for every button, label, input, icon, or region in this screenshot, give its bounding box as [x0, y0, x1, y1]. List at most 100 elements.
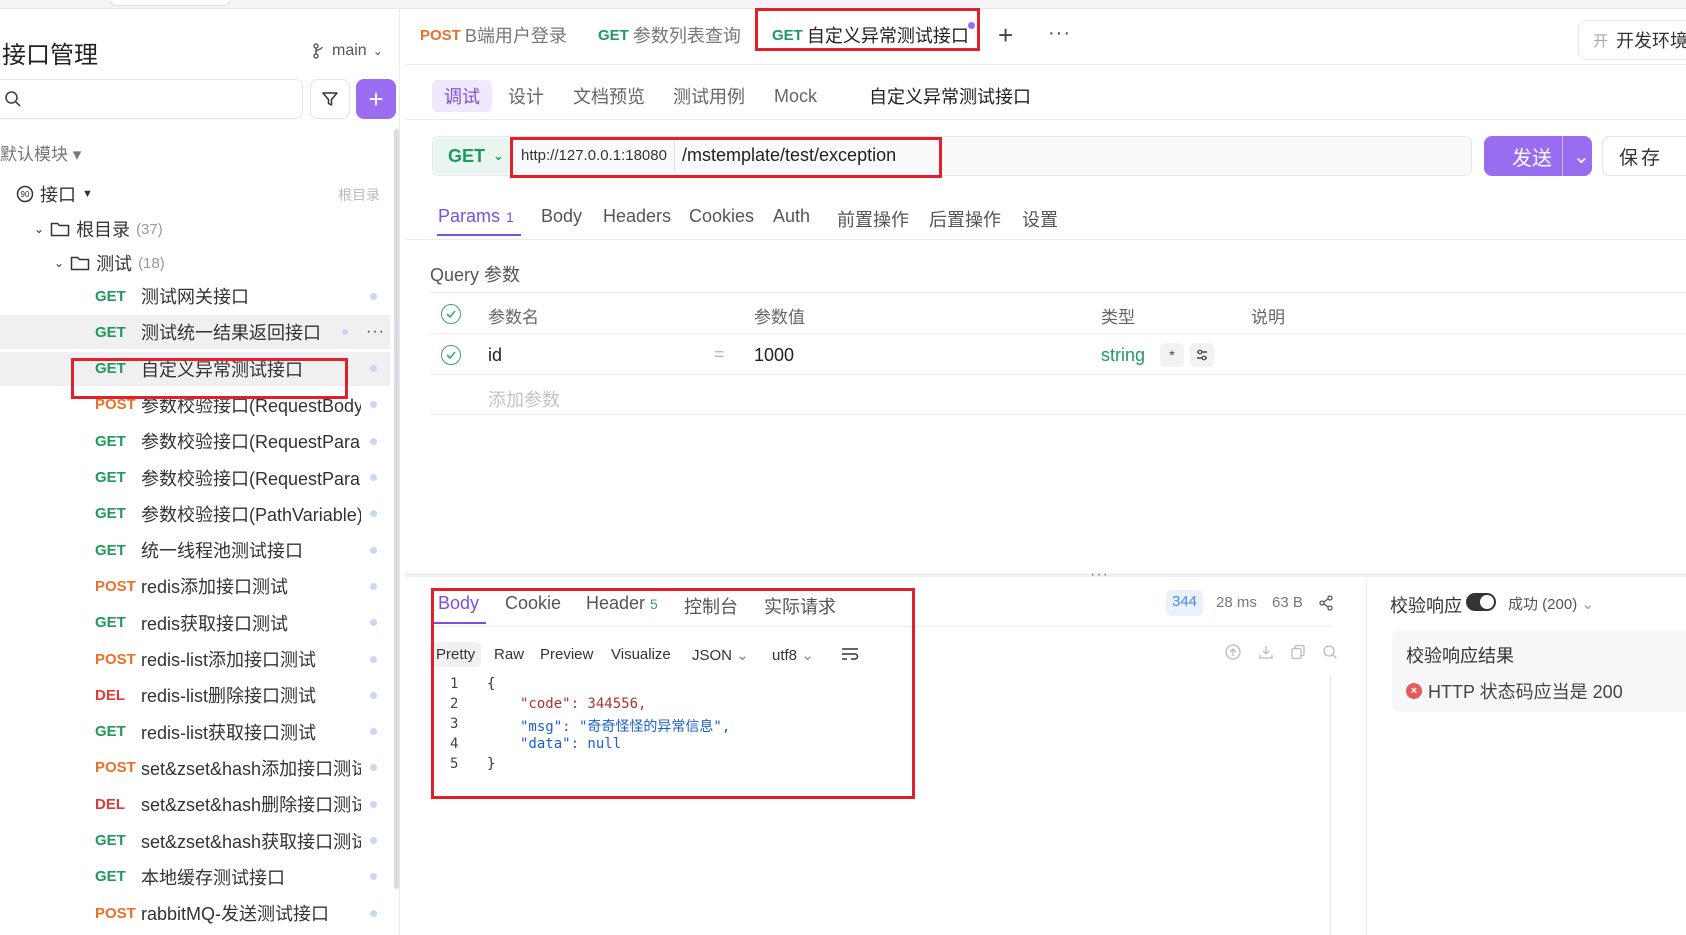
panel-splitter[interactable]	[405, 573, 1686, 577]
api-list-item[interactable]: GET 本地缓存测试接口	[0, 860, 390, 894]
validation-status-select[interactable]: 成功 (200) ⌄	[1508, 593, 1594, 614]
send-button[interactable]: 发送 ⌄	[1484, 136, 1592, 176]
ptab-cookies[interactable]: Cookies	[689, 206, 754, 227]
api-list-item[interactable]: GET redis获取接口测试	[0, 606, 390, 640]
ptab-active-indicator	[437, 234, 521, 236]
folder-icon	[50, 222, 70, 237]
ptab-badge: 1	[506, 209, 514, 225]
new-tab-button[interactable]: +	[998, 20, 1013, 51]
ptab-params[interactable]: Params 1	[438, 206, 514, 227]
api-list-item[interactable]: DEL redis-list删除接口测试	[0, 678, 390, 712]
api-list-item[interactable]: POST set&zset&hash添加接口测试	[0, 751, 390, 785]
environment-selector[interactable]: 开 开发环境	[1578, 20, 1686, 60]
api-name: set&zset&hash获取接口测试	[141, 831, 361, 852]
api-list-item[interactable]: DEL set&zset&hash删除接口测试	[0, 787, 390, 821]
code-scrollbar-track[interactable]	[1330, 677, 1331, 935]
ptab-pre-ops[interactable]: 前置操作	[837, 206, 909, 232]
status-dot	[370, 800, 377, 808]
header-description: 说明	[1251, 308, 1285, 327]
subtab-debug[interactable]: 调试	[432, 80, 492, 112]
api-name: 测试网关接口	[141, 287, 249, 307]
send-dropdown-icon[interactable]: ⌄	[1562, 136, 1590, 176]
param-value[interactable]: 1000	[754, 345, 794, 366]
highlight-box-tab	[755, 8, 980, 51]
api-list-item[interactable]: GET 参数校验接口(PathVariable)	[0, 497, 390, 531]
branch-selector[interactable]: main ⌄	[312, 42, 383, 60]
add-param-input[interactable]: 添加参数	[488, 386, 560, 412]
add-button[interactable]: +	[356, 79, 396, 119]
api-list-item[interactable]: GET redis-list获取接口测试	[0, 715, 390, 749]
method-label: DEL	[95, 795, 125, 813]
filter-button[interactable]	[310, 79, 350, 119]
ptab-post-ops[interactable]: 后置操作	[929, 206, 1001, 232]
send-label: 发送	[1512, 147, 1552, 170]
drag-handle-icon[interactable]: ···	[1090, 566, 1109, 584]
sidebar-scrollbar[interactable]	[394, 129, 399, 889]
branch-label: main	[332, 42, 367, 59]
subtab-test-cases[interactable]: 测试用例	[673, 80, 745, 112]
upload-icon[interactable]	[1225, 644, 1241, 660]
api-list-item[interactable]: GET 参数校验接口(RequestPara...	[0, 461, 390, 495]
method-label: POST	[95, 759, 136, 777]
method-label: GET	[95, 868, 126, 886]
save-button[interactable]: 保存	[1602, 136, 1686, 176]
method-value: GET	[448, 145, 486, 166]
method-select[interactable]: GET ⌄	[434, 138, 510, 174]
caret-down-icon: ▼	[82, 188, 93, 200]
api-list-item[interactable]: POST rabbitMQ-发送测试接口	[0, 896, 390, 930]
plus-icon: +	[998, 20, 1014, 50]
tab-param-query[interactable]: GET 参数列表查询	[598, 22, 741, 48]
folder-count: (18)	[138, 254, 165, 272]
share-icon[interactable]	[1318, 595, 1334, 611]
response-time: 28 ms	[1216, 594, 1257, 611]
folder-test[interactable]: ⌄ 测试 (18)	[54, 250, 165, 276]
api-list-item[interactable]: GET 测试网关接口	[0, 279, 390, 313]
search-input[interactable]	[0, 79, 303, 119]
check-icon	[446, 351, 456, 360]
folder-root[interactable]: ⌄ 根目录 (37)	[34, 216, 163, 242]
copy-icon[interactable]	[1290, 644, 1306, 660]
status-dot	[370, 691, 377, 699]
subtab-design[interactable]: 设计	[508, 80, 544, 112]
request-name[interactable]: 自定义异常测试接口	[869, 80, 1031, 112]
api-name: set&zset&hash添加接口测试	[141, 758, 361, 779]
status-dot	[370, 401, 377, 409]
param-name[interactable]: id	[488, 345, 502, 366]
api-name: 测试统一结果返回接口	[141, 323, 321, 344]
subtab-doc-preview[interactable]: 文档预览	[573, 80, 645, 112]
row-checkbox[interactable]	[441, 345, 461, 365]
api-group[interactable]: 90 接口 ▼	[16, 181, 93, 207]
ptab-body[interactable]: Body	[541, 206, 582, 227]
window-tab[interactable]	[110, 0, 230, 6]
ptab-auth[interactable]: Auth	[773, 206, 810, 227]
tab-b-login[interactable]: POST B端用户登录	[420, 22, 567, 48]
ptab-headers[interactable]: Headers	[603, 206, 671, 227]
required-marker[interactable]: *	[1160, 343, 1184, 367]
api-list-item[interactable]: GET 统一线程池测试接口	[0, 533, 390, 567]
environment-key: 开	[1593, 32, 1609, 50]
api-list-item[interactable]: GET 测试统一结果返回接口 ···	[0, 315, 390, 350]
api-list-item[interactable]: POST redis添加接口测试	[0, 569, 390, 603]
api-list-item[interactable]: GET 参数校验接口(RequestPara...	[0, 424, 390, 458]
method-label: GET	[95, 723, 126, 741]
folder-count: (37)	[136, 220, 163, 238]
api-list-item[interactable]: POST redis-list添加接口测试	[0, 642, 390, 676]
param-type[interactable]: string	[1101, 345, 1145, 366]
status-dot	[370, 728, 377, 736]
settings-icon[interactable]	[1190, 343, 1214, 367]
ptab-settings[interactable]: 设置	[1022, 206, 1058, 232]
plus-icon: +	[368, 83, 384, 114]
folder-label: 测试	[96, 254, 133, 274]
more-tabs-button[interactable]: ···	[1048, 22, 1071, 45]
validation-status: 成功 (200)	[1508, 596, 1578, 613]
default-module-selector[interactable]: 默认模块 ▾	[0, 140, 81, 165]
more-icon[interactable]: ···	[366, 323, 385, 341]
search-icon[interactable]	[1322, 644, 1338, 660]
download-icon[interactable]	[1258, 644, 1274, 660]
validation-toggle[interactable]	[1466, 593, 1496, 611]
status-dot	[370, 909, 377, 917]
subtab-mock[interactable]: Mock	[774, 80, 817, 112]
select-all-checkbox[interactable]	[441, 304, 461, 324]
validation-title: 校验响应	[1390, 596, 1462, 616]
api-list-item[interactable]: GET set&zset&hash获取接口测试	[0, 824, 390, 858]
